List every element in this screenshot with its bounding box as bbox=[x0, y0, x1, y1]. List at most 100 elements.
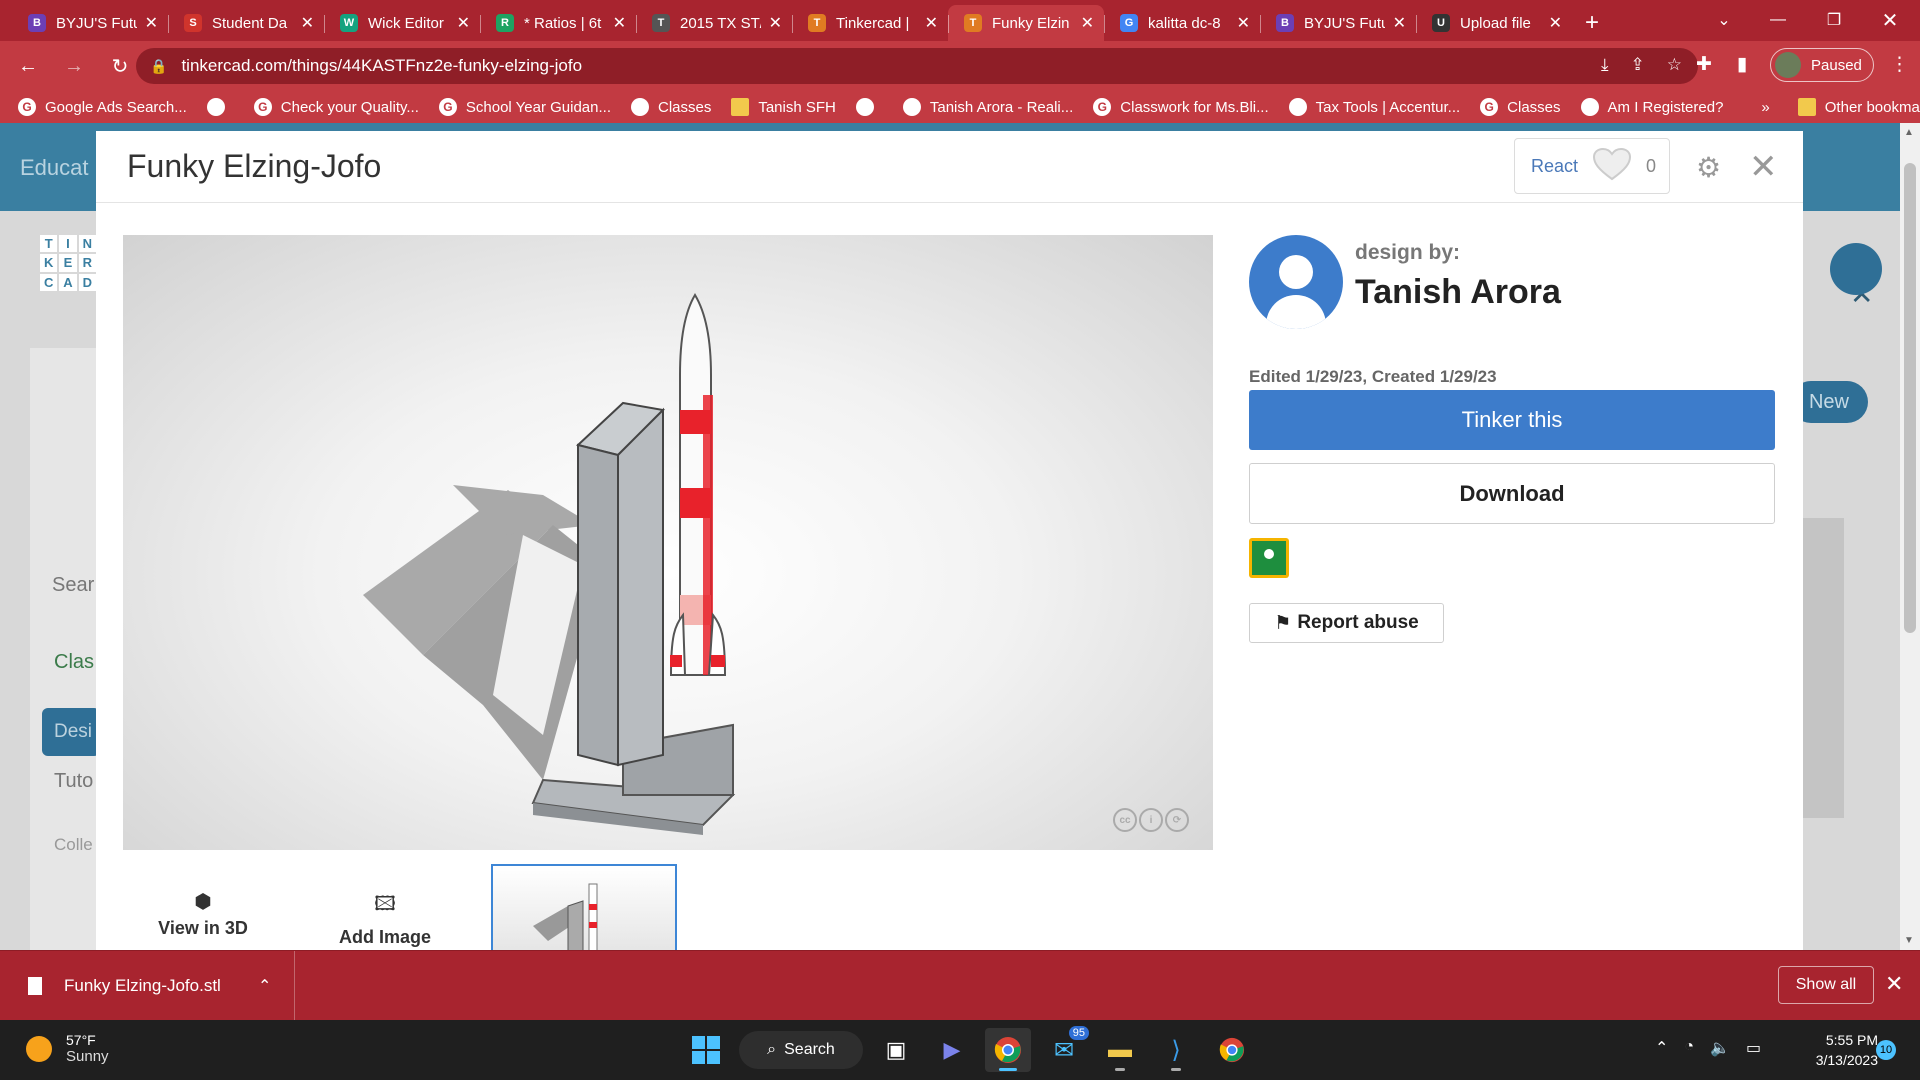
bookmark-item[interactable]: G School Year Guidan... bbox=[438, 98, 611, 116]
tinker-this-button[interactable]: Tinker this bbox=[1249, 390, 1775, 450]
taskbar-search[interactable]: ⌕ Search bbox=[739, 1031, 863, 1069]
side-panel-icon[interactable]: ▮ bbox=[1737, 53, 1747, 76]
user-avatar[interactable] bbox=[1830, 243, 1882, 295]
tab-close-icon[interactable]: ✕ bbox=[1081, 13, 1094, 33]
tab-close-icon[interactable]: ✕ bbox=[1549, 13, 1562, 33]
clock[interactable]: 5:55 PM 3/13/2023 bbox=[1788, 1030, 1878, 1070]
menu-icon[interactable]: ⋮ bbox=[1890, 53, 1909, 76]
bookmark-item[interactable]: Tanish SFH bbox=[731, 98, 836, 116]
share-icon[interactable]: ⇪ bbox=[1631, 55, 1645, 75]
new-tab-button[interactable]: + bbox=[1572, 5, 1612, 41]
bookmark-item[interactable] bbox=[206, 98, 234, 116]
browser-tab[interactable]: B BYJU'S Futu ✕ bbox=[12, 5, 168, 41]
tab-title: Tinkercad | bbox=[836, 14, 910, 32]
bookmark-item[interactable]: G Google Ads Search... bbox=[18, 98, 187, 116]
profile-button[interactable]: Paused bbox=[1770, 48, 1874, 82]
chrome-profile-button[interactable] bbox=[1209, 1028, 1255, 1072]
bookmark-item[interactable]: G Classes bbox=[1480, 98, 1561, 116]
close-window-button[interactable]: ✕ bbox=[1862, 0, 1918, 40]
browser-tab[interactable]: R * Ratios | 6t ✕ bbox=[480, 5, 636, 41]
show-all-button[interactable]: Show all bbox=[1778, 966, 1874, 1004]
scroll-down-arrow[interactable]: ▼ bbox=[1904, 935, 1914, 946]
task-view-button[interactable]: ▣ bbox=[873, 1028, 919, 1072]
bookmark-item[interactable] bbox=[855, 98, 883, 116]
download-button[interactable]: Download bbox=[1249, 463, 1775, 524]
design-preview-image[interactable]: cc i ⟳ bbox=[123, 235, 1213, 850]
start-button[interactable] bbox=[683, 1028, 729, 1072]
tab-close-icon[interactable]: ✕ bbox=[1237, 13, 1250, 33]
notification-badge[interactable]: 10 bbox=[1876, 1040, 1896, 1060]
forward-button[interactable]: → bbox=[56, 48, 92, 84]
designer-avatar[interactable] bbox=[1249, 235, 1343, 329]
bookmark-item[interactable]: Am I Registered? bbox=[1580, 98, 1723, 116]
bookmark-star-icon[interactable]: ☆ bbox=[1667, 55, 1682, 75]
chrome-taskbar-button[interactable] bbox=[985, 1028, 1031, 1072]
restore-button[interactable]: ❐ bbox=[1806, 0, 1862, 40]
close-icon[interactable]: ✕ bbox=[1749, 147, 1778, 187]
browser-tab[interactable]: B BYJU'S Futu ✕ bbox=[1260, 5, 1416, 41]
pinwheel-icon bbox=[855, 98, 874, 116]
tab-close-icon[interactable]: ✕ bbox=[613, 13, 626, 33]
windows-icon bbox=[1288, 98, 1307, 116]
vscode-button[interactable]: ⟩ bbox=[1153, 1028, 1199, 1072]
install-icon[interactable]: ⤓ bbox=[1601, 55, 1609, 75]
designs-nav[interactable]: Desi bbox=[42, 708, 100, 756]
browser-tab[interactable]: T 2015 TX ST/ ✕ bbox=[636, 5, 792, 41]
tab-close-icon[interactable]: ✕ bbox=[1393, 13, 1406, 33]
search-input[interactable]: Sear bbox=[52, 574, 94, 597]
bookmark-item[interactable]: G Check your Quality... bbox=[253, 98, 419, 116]
page-scrollbar[interactable]: ▲ ▼ bbox=[1900, 123, 1920, 950]
volume-icon[interactable]: 🔈 bbox=[1710, 1038, 1730, 1058]
react-button[interactable]: React 0 bbox=[1514, 138, 1670, 194]
scrollbar-thumb[interactable] bbox=[1904, 163, 1916, 633]
browser-tab[interactable]: Gkalitta dc-8 ✕ bbox=[1104, 5, 1260, 41]
profile-status: Paused bbox=[1811, 56, 1862, 74]
tab-close-icon[interactable]: ✕ bbox=[925, 13, 938, 33]
design-card[interactable] bbox=[1800, 518, 1844, 818]
extensions-icon[interactable]: ✚ bbox=[1696, 53, 1712, 76]
battery-icon[interactable]: ▭ bbox=[1746, 1038, 1761, 1058]
weather-widget[interactable]: 57°F Sunny bbox=[26, 1032, 109, 1065]
thumbnail-selected[interactable] bbox=[491, 864, 677, 950]
scroll-up-arrow[interactable]: ▲ bbox=[1904, 127, 1914, 138]
address-bar[interactable]: 🔒 tinkercad.com/things/44KASTFnz2e-funky… bbox=[136, 48, 1698, 84]
vscode-icon: ⟩ bbox=[1171, 1036, 1181, 1064]
report-abuse-button[interactable]: ⚑ Report abuse bbox=[1249, 603, 1444, 643]
other-bookmarks[interactable]: Other bookmarks bbox=[1797, 98, 1920, 116]
gear-icon[interactable]: ⚙ bbox=[1696, 151, 1721, 184]
tab-close-icon[interactable]: ✕ bbox=[769, 13, 782, 33]
bookmark-item[interactable]: Classes bbox=[630, 98, 711, 116]
view-in-3d-button[interactable]: ⬢ View in 3D bbox=[123, 889, 283, 939]
tutorials-nav[interactable]: Tuto bbox=[54, 770, 93, 793]
tab-search-icon[interactable]: ⌄ bbox=[1696, 0, 1752, 40]
bookmark-item[interactable]: G Classwork for Ms.Bli... bbox=[1093, 98, 1269, 116]
tab-close-icon[interactable]: ✕ bbox=[457, 13, 470, 33]
tab-close-icon[interactable]: ✕ bbox=[301, 13, 314, 33]
browser-tab[interactable]: S Student Da ✕ bbox=[168, 5, 324, 41]
tab-close-icon[interactable]: ✕ bbox=[145, 13, 158, 33]
browser-tab[interactable]: U Upload file ✕ bbox=[1416, 5, 1572, 41]
minimize-button[interactable]: — bbox=[1750, 0, 1806, 40]
bookmark-item[interactable]: Tanish Arora - Reali... bbox=[902, 98, 1073, 116]
download-item[interactable]: Funky Elzing-Jofo.stl ⌃ bbox=[0, 951, 295, 1021]
reload-button[interactable]: ↻ bbox=[102, 48, 138, 84]
chevron-up-icon[interactable]: ⌃ bbox=[258, 976, 271, 996]
download-filename: Funky Elzing-Jofo.stl bbox=[64, 976, 221, 995]
google-classroom-share-icon[interactable] bbox=[1249, 538, 1289, 578]
file-explorer-button[interactable]: ▬ bbox=[1097, 1028, 1143, 1072]
browser-tab[interactable]: W Wick Editor ✕ bbox=[324, 5, 480, 41]
bookmarks-bar: G Google Ads Search... G Check your Quality… bbox=[0, 91, 1920, 123]
classes-link[interactable]: Clas bbox=[54, 651, 94, 674]
bookmarks-overflow[interactable]: » bbox=[1761, 99, 1769, 116]
mail-button[interactable]: ✉ 95 bbox=[1041, 1026, 1089, 1072]
teams-chat-button[interactable]: ▶ bbox=[929, 1028, 975, 1072]
browser-tab[interactable]: T Tinkercad | ✕ bbox=[792, 5, 948, 41]
back-button[interactable]: ← bbox=[10, 48, 46, 84]
browser-tab[interactable]: T Funky Elzin ✕ bbox=[948, 5, 1104, 41]
close-icon[interactable]: ✕ bbox=[1885, 971, 1903, 997]
wifi-icon[interactable]: ◔ bbox=[1684, 1038, 1694, 1058]
add-image-button[interactable]: 🖾 Add Image bbox=[305, 889, 465, 948]
chevron-up-icon[interactable]: ⌃ bbox=[1655, 1038, 1668, 1058]
designer-name[interactable]: Tanish Arora bbox=[1355, 273, 1561, 312]
bookmark-item[interactable]: Tax Tools | Accentur... bbox=[1288, 98, 1460, 116]
